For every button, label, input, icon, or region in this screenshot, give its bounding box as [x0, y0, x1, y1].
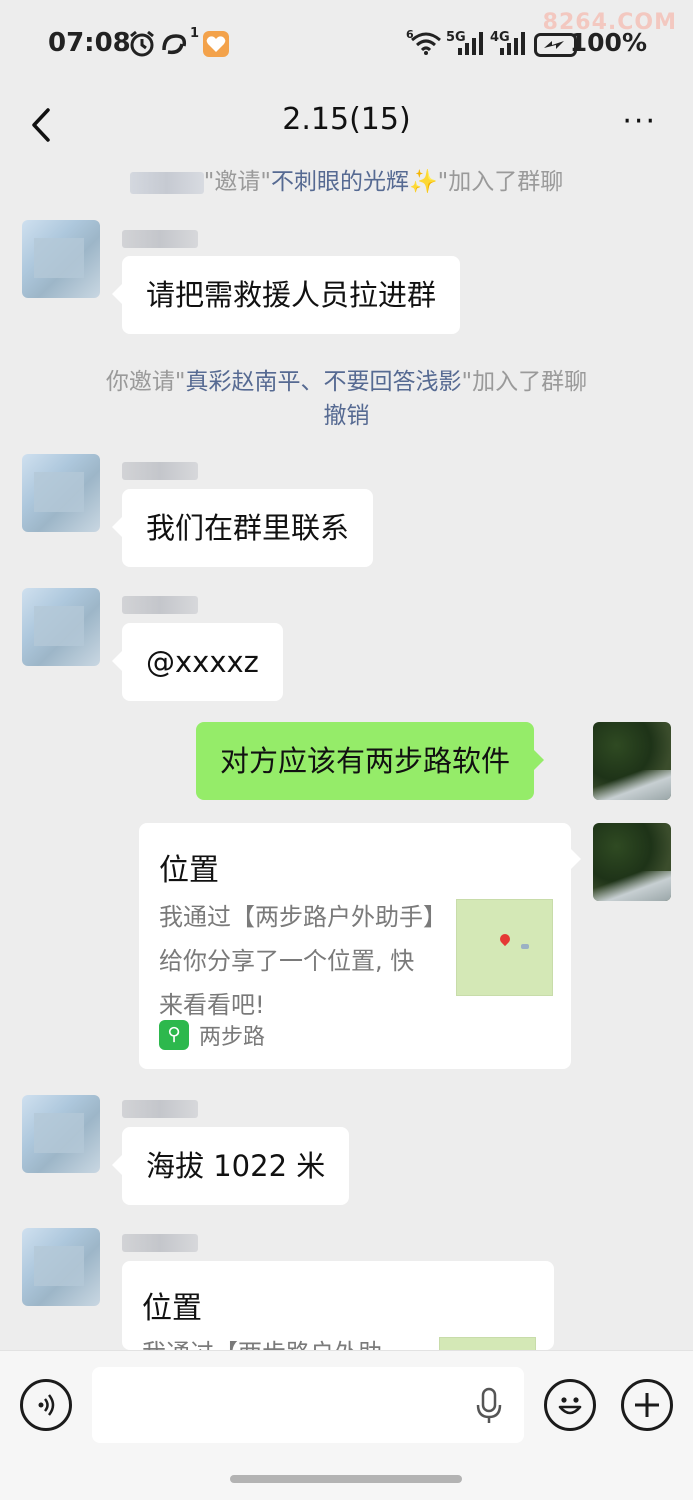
card-description: 我通过【两步路户外助 — [142, 1331, 420, 1350]
system-message-invite-2: 你邀请"真彩赵南平、不要回答浅影"加入了群聊 — [105, 369, 588, 395]
voice-icon[interactable] — [20, 1379, 72, 1431]
avatar[interactable] — [22, 1095, 100, 1173]
my-message-bubble[interactable]: 对方应该有两步路软件 — [196, 722, 545, 800]
wifi-icon — [411, 32, 441, 55]
message-bubble[interactable]: 我们在群里联系 — [111, 489, 374, 567]
home-indicator[interactable] — [230, 1475, 462, 1483]
revoke-row: 撤销 — [0, 396, 693, 430]
invited-names-link[interactable]: 真彩赵南平、不要回答浅影 — [186, 369, 462, 395]
chat-title: 2.15(15) — [282, 102, 411, 137]
watermark: 8264.COM — [542, 10, 677, 35]
input-bar — [0, 1350, 693, 1500]
map-thumbnail — [439, 1337, 536, 1350]
app-name: 两步路 — [199, 1025, 266, 1050]
signal-icon — [458, 32, 483, 55]
card-description: 我通过【两步路户外助手】给你分享了一个位置, 快来看看吧! — [159, 903, 435, 1019]
revoke-link[interactable]: 撤销 — [324, 403, 370, 429]
mic-icon[interactable] — [476, 1387, 502, 1425]
signal-icon-2 — [500, 32, 525, 55]
avatar[interactable] — [22, 454, 100, 532]
message-bubble[interactable]: 请把需救援人员拉进群 — [111, 256, 461, 334]
invited-name-link[interactable]: 不刺眼的光辉✨ — [271, 169, 438, 195]
app-logo-icon: ⚲ — [159, 1020, 189, 1050]
map-marker-icon — [521, 944, 529, 949]
plus-sign-icon — [635, 1393, 659, 1417]
voice-wave-icon — [38, 1394, 55, 1416]
avatar[interactable] — [22, 588, 100, 666]
plus-icon[interactable] — [621, 1379, 673, 1431]
status-bar: 07:08 1 6 5G 4G 100% 8264.COM — [0, 0, 693, 90]
card-app-source: ⚲ 两步路 — [159, 1019, 265, 1051]
app-heart-icon — [203, 31, 229, 57]
sender-name-blurred — [122, 1234, 198, 1252]
sender-name-blurred — [122, 596, 198, 614]
chat-header: 2.15(15) ··· — [0, 90, 693, 160]
map-thumbnail — [456, 899, 553, 996]
status-time: 07:08 — [48, 28, 131, 58]
more-icon[interactable]: ··· — [622, 104, 657, 139]
card-title: 位置 — [142, 1291, 202, 1326]
system-message-invite: "邀请"不刺眼的光辉✨"加入了群聊 — [0, 162, 693, 196]
blurred-name — [129, 171, 204, 194]
avatar[interactable] — [22, 1228, 100, 1306]
location-card[interactable]: 位置 我通过【两步路户外助手】给你分享了一个位置, 快来看看吧! ⚲ 两步路 — [139, 823, 581, 1069]
my-avatar[interactable] — [593, 823, 671, 901]
map-pin-icon — [497, 931, 513, 947]
emoji-icon[interactable] — [544, 1379, 596, 1431]
location-card-incoming[interactable]: 位置 我通过【两步路户外助 — [122, 1261, 554, 1350]
smile-face-icon — [558, 1397, 582, 1415]
notif-count: 1 — [190, 26, 200, 41]
link-icon — [162, 34, 187, 55]
sender-name-blurred — [122, 1100, 198, 1118]
message-input[interactable] — [92, 1367, 524, 1443]
card-title: 位置 — [159, 853, 219, 888]
my-avatar[interactable] — [593, 722, 671, 800]
message-bubble[interactable]: 海拔 1022 米 — [111, 1127, 350, 1205]
sender-name-blurred — [122, 230, 198, 248]
alarm-icon — [130, 30, 154, 57]
sender-name-blurred — [122, 462, 198, 480]
message-bubble[interactable]: @xxxxz — [112, 623, 283, 701]
avatar[interactable] — [22, 220, 100, 298]
